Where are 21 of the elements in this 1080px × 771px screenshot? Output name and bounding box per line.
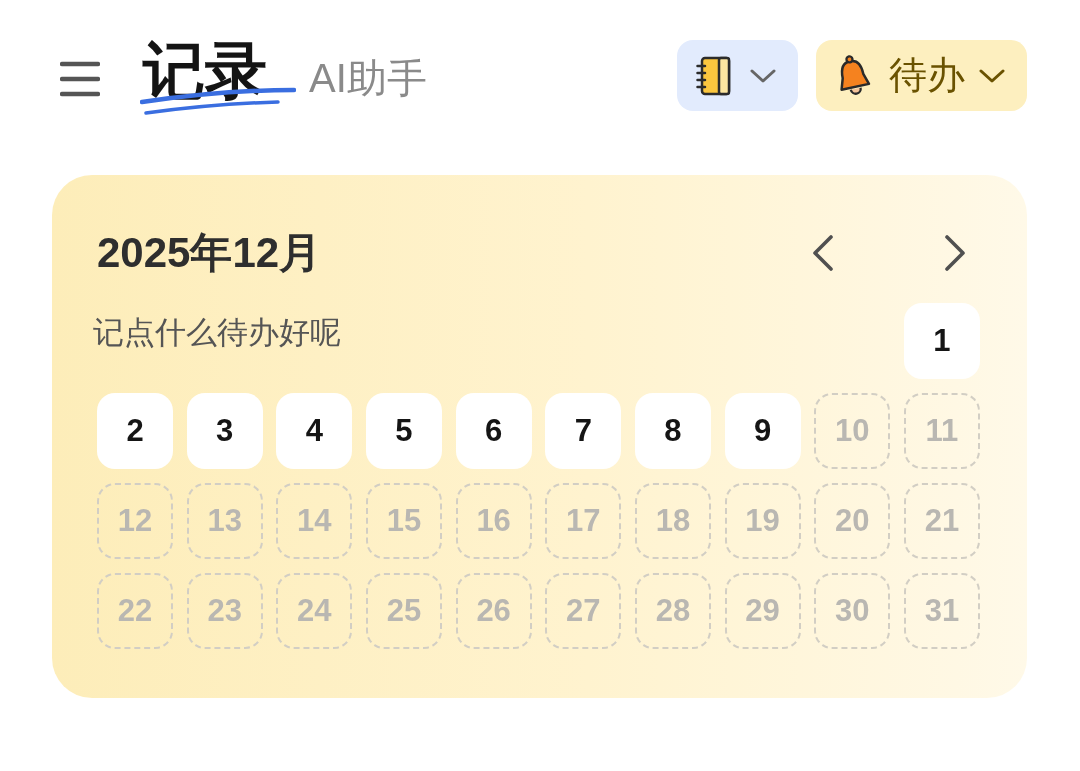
- day-cell[interactable]: 3: [186, 393, 263, 469]
- chevron-right-icon: [944, 234, 966, 272]
- chevron-left-icon: [812, 234, 834, 272]
- notebook-dropdown-button[interactable]: [677, 40, 798, 111]
- notebook-icon: [696, 55, 732, 96]
- day-cell[interactable]: 6: [455, 393, 532, 469]
- tab[interactable]: AI助手: [309, 54, 427, 102]
- month-title: 2025年12月: [97, 228, 322, 278]
- day-cell[interactable]: 5: [365, 393, 442, 469]
- menu-icon: [60, 61, 100, 97]
- menu-button[interactable]: [60, 61, 100, 97]
- day-cell[interactable]: 9: [724, 393, 801, 469]
- day-cell[interactable]: 1: [903, 303, 980, 379]
- day-cell[interactable]: 4: [276, 393, 353, 469]
- todo-dropdown-button[interactable]: 待办: [816, 40, 1027, 111]
- day-cell[interactable]: 8: [634, 393, 711, 469]
- day-cell[interactable]: 7: [545, 393, 622, 469]
- chevron-down-icon: [979, 68, 1005, 83]
- day-cell[interactable]: 2: [97, 393, 173, 469]
- prompt-text: 记点什么待办好呢: [93, 314, 342, 352]
- chevron-down-icon: [750, 68, 776, 83]
